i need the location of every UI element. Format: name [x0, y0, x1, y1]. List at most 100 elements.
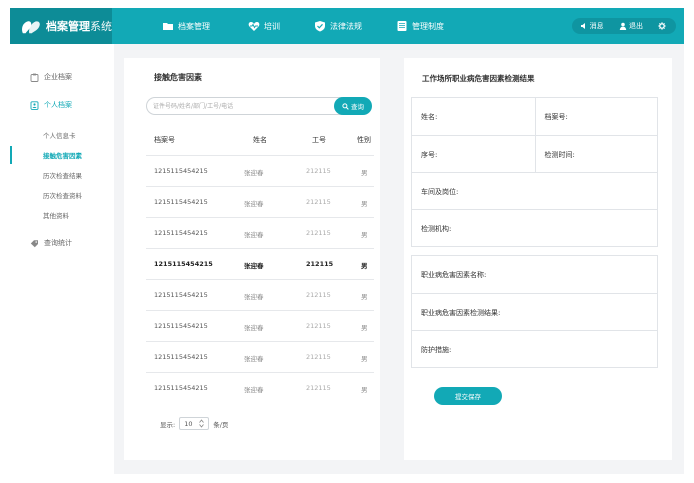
cell-work-id: 212115: [306, 353, 331, 361]
protection-field[interactable]: 防护措施:: [412, 331, 451, 368]
table-row[interactable]: 1215115454215 张迎春 212115 男: [146, 310, 374, 341]
sidebar-subitem-results[interactable]: 历次检查结果: [10, 166, 114, 184]
brand-title: 档案管理: [46, 20, 90, 33]
panel-title: 接触危害因素: [154, 73, 202, 82]
cell-gender: 男: [361, 262, 368, 270]
submit-save-button[interactable]: 提交保存: [434, 387, 502, 405]
hazard-name-field[interactable]: 职业病危害因素名称:: [412, 256, 486, 293]
sidebar-subitem-hazards[interactable]: 接触危害因素: [10, 146, 114, 164]
cell-work-id: 212115: [306, 198, 331, 206]
table-row[interactable]: 1215115454215 张迎春 212115 男: [146, 248, 374, 279]
record-no-field[interactable]: 档案号:: [534, 98, 658, 135]
cell-name: 张迎春: [244, 386, 264, 394]
logout-button[interactable]: 退出: [619, 21, 643, 31]
user-actions: 消息 退出: [572, 18, 676, 34]
sidebar-item-label: 个人档案: [44, 101, 72, 109]
sidebar-subitem-label: 个人信息卡: [43, 132, 76, 140]
table-row[interactable]: 1215115454215 张迎春 212115 男: [146, 217, 374, 248]
sidebar-subitem-label: 历次检查结果: [43, 172, 82, 180]
cell-record-no: 1215115454215: [154, 353, 208, 361]
shield-check-icon: [315, 21, 325, 32]
test-time-field[interactable]: 检测时间:: [534, 136, 658, 173]
sidebar-item-label: 查询统计: [44, 239, 72, 247]
nav-rules[interactable]: 管理制度: [396, 8, 476, 44]
clipboard-icon: [30, 73, 39, 82]
sidebar-subitem-materials[interactable]: 历次检查资料: [10, 186, 114, 204]
nav-rules-label: 管理制度: [412, 21, 444, 31]
tag-icon: [30, 239, 38, 247]
messages-label: 消息: [589, 22, 604, 30]
column-header-name: 姓名: [253, 136, 267, 144]
stepper-icon: [199, 419, 205, 428]
messages-button[interactable]: 消息: [580, 21, 604, 31]
agency-field[interactable]: 检测机构:: [412, 210, 451, 247]
sidebar-item-label: 企业档案: [44, 73, 72, 81]
document-icon: [397, 21, 407, 31]
cell-name: 张迎春: [244, 293, 264, 301]
sidebar-item-query-stats[interactable]: 查询统计: [10, 234, 114, 252]
column-header-gender: 性别: [357, 136, 371, 144]
logout-label: 退出: [628, 22, 643, 30]
heartbeat-icon: [248, 22, 260, 31]
nav-training-label: 培训: [264, 21, 280, 31]
pagination: 显示: 10 条/页: [160, 417, 228, 430]
sidebar-subitem-label: 其他资料: [43, 212, 69, 220]
nav-archive-label: 档案管理: [178, 21, 210, 31]
hazard-result-field[interactable]: 职业病危害因素检测结果:: [412, 294, 500, 331]
sidebar-item-personal[interactable]: 个人档案: [10, 96, 114, 114]
basic-info-box: 姓名: 档案号: 序号: 检测时间: 车间及岗位: 检测机构:: [411, 97, 658, 247]
table-row[interactable]: 1215115454215 张迎春 212115 男: [146, 186, 374, 217]
table-row[interactable]: 1215115454215 张迎春 212115 男: [146, 372, 374, 403]
cell-work-id: 212115: [306, 384, 331, 392]
cell-work-id: 212115: [306, 167, 331, 175]
folder-icon: [163, 23, 173, 30]
cell-name: 张迎春: [244, 262, 264, 270]
agency-label: 检测机构:: [421, 224, 452, 233]
search-button[interactable]: 查询: [334, 97, 372, 115]
cell-record-no: 1215115454215: [154, 384, 208, 392]
sidebar-subitem-label: 接触危害因素: [43, 152, 82, 160]
sidebar: 企业档案 个人档案 个人信息卡 接触危害因素 历次检查结果 历次检查资料 其他资…: [10, 44, 114, 474]
table-row[interactable]: 1215115454215 张迎春 212115 男: [146, 155, 374, 186]
hazard-name-label: 职业病危害因素名称:: [421, 270, 487, 279]
pager-show-label: 显示:: [160, 420, 176, 429]
brand-subtitle: 系统: [90, 20, 112, 33]
workshop-field[interactable]: 车间及岗位:: [412, 173, 458, 210]
table-row[interactable]: 1215115454215 张迎春 212115 男: [146, 341, 374, 372]
sidebar-subitem-info-card[interactable]: 个人信息卡: [10, 126, 114, 144]
sidebar-subitem-other[interactable]: 其他资料: [10, 206, 114, 224]
pager-unit-label: 条/页: [213, 420, 229, 429]
sidebar-item-enterprise[interactable]: 企业档案: [10, 68, 114, 86]
speaker-icon: [580, 23, 585, 29]
top-bar: 档案管理 系统 档案管理 培训 法律法规 管理制度 消息 退出: [10, 8, 684, 44]
table-row[interactable]: 1215115454215 张迎春 212115 男: [146, 279, 374, 310]
name-label: 姓名:: [421, 112, 438, 121]
serial-field[interactable]: 序号:: [412, 136, 535, 173]
record-no-label: 档案号:: [544, 112, 568, 121]
search-icon: [342, 102, 349, 110]
nav-archive[interactable]: 档案管理: [162, 8, 248, 44]
cell-record-no: 1215115454215: [154, 198, 208, 206]
cell-name: 张迎春: [244, 231, 264, 239]
name-field[interactable]: 姓名:: [412, 98, 535, 135]
table-body: 1215115454215 张迎春 212115 男 1215115454215 张迎春 2…: [146, 155, 374, 403]
brand[interactable]: 档案管理 系统: [10, 8, 112, 44]
nav-laws[interactable]: 法律法规: [314, 8, 396, 44]
search-input[interactable]: [146, 97, 342, 115]
workshop-label: 车间及岗位:: [421, 187, 459, 196]
cell-gender: 男: [361, 293, 368, 301]
cell-name: 张迎春: [244, 324, 264, 332]
table-header: 档案号 姓名 工号 性别: [146, 135, 374, 149]
cell-record-no: 1215115454215: [154, 260, 213, 268]
settings-button[interactable]: [658, 22, 668, 30]
search-bar: 查询: [146, 97, 372, 115]
page-size-select[interactable]: 10: [179, 417, 210, 430]
submit-label: 提交保存: [455, 393, 481, 401]
nav-training[interactable]: 培训: [248, 8, 314, 44]
cell-record-no: 1215115454215: [154, 167, 208, 175]
detection-result-panel: 工作场所职业病危害因素检测结果 姓名: 档案号: 序号: 检测时间: 车间及岗位…: [404, 58, 672, 460]
cell-work-id: 212115: [306, 291, 331, 299]
cell-name: 张迎春: [244, 200, 264, 208]
hazard-list-panel: 接触危害因素 查询 档案号 姓名 工号 性别 1215115454215 张迎春 2…: [124, 58, 380, 460]
user-icon: [619, 22, 627, 30]
